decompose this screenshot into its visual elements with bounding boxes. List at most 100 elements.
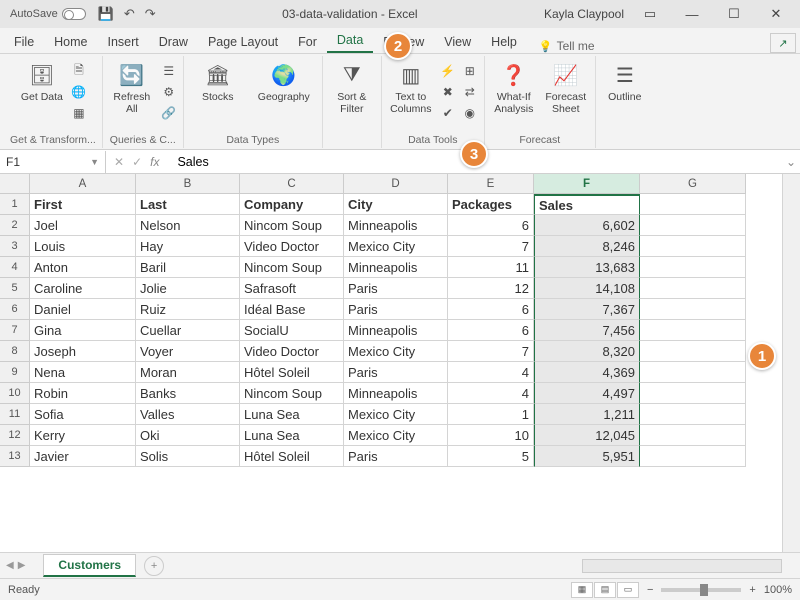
cell[interactable]: 7 — [448, 236, 534, 257]
cell[interactable]: Moran — [136, 362, 240, 383]
row-header[interactable]: 7 — [0, 320, 30, 341]
cell[interactable]: 14,108 — [534, 278, 640, 299]
row-header[interactable]: 3 — [0, 236, 30, 257]
cell[interactable]: Solis — [136, 446, 240, 467]
cell[interactable] — [640, 278, 746, 299]
cell[interactable]: 6 — [448, 299, 534, 320]
cell[interactable]: 4,369 — [534, 362, 640, 383]
cell[interactable]: 4 — [448, 362, 534, 383]
user-name[interactable]: Kayla Claypool — [544, 7, 624, 21]
cell[interactable]: Minneapolis — [344, 257, 448, 278]
enter-icon[interactable]: ✓ — [132, 155, 142, 169]
cell[interactable]: Paris — [344, 299, 448, 320]
sheet-tab-customers[interactable]: Customers — [43, 554, 136, 577]
cell[interactable]: Luna Sea — [240, 404, 344, 425]
row-header[interactable]: 5 — [0, 278, 30, 299]
cell[interactable] — [640, 362, 746, 383]
cell[interactable]: Hôtel Soleil — [240, 446, 344, 467]
cell[interactable]: Nelson — [136, 215, 240, 236]
cell[interactable]: 6 — [448, 215, 534, 236]
cell[interactable]: Caroline — [30, 278, 136, 299]
cell[interactable]: Joel — [30, 215, 136, 236]
tab-home[interactable]: Home — [44, 31, 97, 53]
cell[interactable] — [640, 236, 746, 257]
cell[interactable]: Robin — [30, 383, 136, 404]
redo-icon[interactable]: ↷ — [145, 6, 156, 22]
vertical-scrollbar[interactable] — [782, 174, 800, 552]
select-all-corner[interactable] — [0, 174, 30, 194]
cell[interactable]: Minneapolis — [344, 320, 448, 341]
page-layout-view-button[interactable]: ▤ — [594, 582, 616, 598]
cell[interactable]: Banks — [136, 383, 240, 404]
cell[interactable]: 5 — [448, 446, 534, 467]
cell[interactable]: Hôtel Soleil — [240, 362, 344, 383]
row-header[interactable]: 13 — [0, 446, 30, 467]
cell[interactable]: Mexico City — [344, 404, 448, 425]
forecast-sheet-button[interactable]: 📈 Forecast Sheet — [543, 58, 589, 115]
cell[interactable]: First — [30, 194, 136, 215]
tab-page-layout[interactable]: Page Layout — [198, 31, 288, 53]
cell[interactable] — [640, 425, 746, 446]
cell[interactable]: Nena — [30, 362, 136, 383]
cell[interactable]: 13,683 — [534, 257, 640, 278]
ribbon-options-icon[interactable]: ▭ — [630, 2, 670, 26]
cancel-icon[interactable]: ✕ — [114, 155, 124, 169]
cell[interactable] — [640, 215, 746, 236]
cell[interactable]: Javier — [30, 446, 136, 467]
name-box[interactable]: F1 ▼ — [0, 151, 106, 173]
close-icon[interactable]: ✕ — [756, 2, 796, 26]
row-header[interactable]: 1 — [0, 194, 30, 215]
sheet-prev-icon[interactable]: ◀ — [6, 560, 14, 571]
cell[interactable]: Ruiz — [136, 299, 240, 320]
cell[interactable]: 4 — [448, 383, 534, 404]
cell[interactable]: Idéal Base — [240, 299, 344, 320]
cell[interactable]: Minneapolis — [344, 215, 448, 236]
fx-icon[interactable]: fx — [150, 155, 159, 169]
colhead-e[interactable]: E — [448, 174, 534, 193]
cell[interactable]: SocialU — [240, 320, 344, 341]
cell[interactable]: 8,246 — [534, 236, 640, 257]
zoom-slider[interactable] — [661, 588, 741, 592]
cell[interactable]: Nincom Soup — [240, 215, 344, 236]
from-text-button[interactable]: 🗎 — [71, 62, 87, 80]
autosave-toggle[interactable]: AutoSave — [10, 8, 86, 20]
cell[interactable]: Kerry — [30, 425, 136, 446]
refresh-all-button[interactable]: 🔄 Refresh All — [109, 58, 155, 115]
row-header[interactable]: 11 — [0, 404, 30, 425]
colhead-g[interactable]: G — [640, 174, 746, 193]
row-header[interactable]: 12 — [0, 425, 30, 446]
cell[interactable] — [640, 299, 746, 320]
zoom-in-icon[interactable]: + — [749, 584, 755, 596]
tab-insert[interactable]: Insert — [98, 31, 149, 53]
cell[interactable]: Sofia — [30, 404, 136, 425]
cell[interactable]: Minneapolis — [344, 383, 448, 404]
sort-filter-button[interactable]: ⧩ Sort & Filter — [329, 58, 375, 115]
cell[interactable]: 1 — [448, 404, 534, 425]
data-model-button[interactable]: ◉ — [462, 104, 478, 122]
cell[interactable]: Voyer — [136, 341, 240, 362]
page-break-view-button[interactable]: ▭ — [617, 582, 639, 598]
cell[interactable]: 7,367 — [534, 299, 640, 320]
expand-formula-bar-icon[interactable]: ⌄ — [782, 155, 800, 169]
cell[interactable]: Luna Sea — [240, 425, 344, 446]
remove-duplicates-button[interactable]: ✖ — [440, 83, 456, 101]
cell[interactable]: Hay — [136, 236, 240, 257]
cell[interactable]: Gina — [30, 320, 136, 341]
stocks-button[interactable]: 🏛 Stocks — [190, 58, 246, 104]
tab-file[interactable]: File — [4, 31, 44, 53]
save-icon[interactable]: 💾 — [98, 6, 114, 22]
share-button[interactable]: ↗ — [770, 33, 796, 53]
relationships-button[interactable]: ⇄ — [462, 83, 478, 101]
colhead-b[interactable]: B — [136, 174, 240, 193]
minimize-icon[interactable]: — — [672, 2, 712, 26]
cell[interactable]: 5,951 — [534, 446, 640, 467]
cell[interactable] — [640, 341, 746, 362]
cell[interactable]: Paris — [344, 278, 448, 299]
cell[interactable] — [640, 194, 746, 215]
cell[interactable]: Video Doctor — [240, 236, 344, 257]
data-validation-button[interactable]: ✔ — [440, 104, 456, 122]
cell[interactable]: 11 — [448, 257, 534, 278]
row-header[interactable]: 6 — [0, 299, 30, 320]
cell[interactable]: Mexico City — [344, 425, 448, 446]
cell[interactable]: Video Doctor — [240, 341, 344, 362]
